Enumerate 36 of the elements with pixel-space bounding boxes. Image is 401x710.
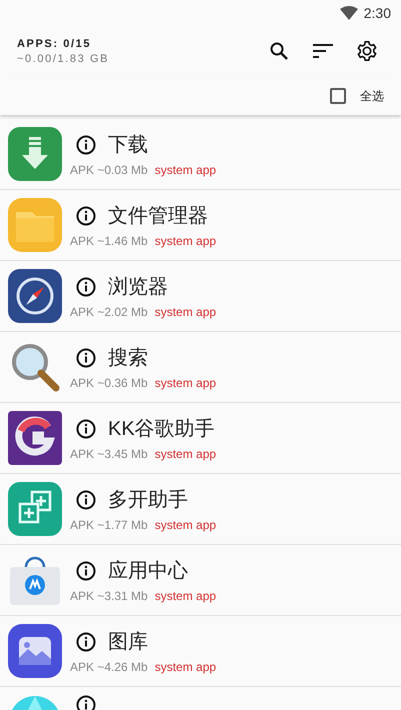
app-size: APK ~1.46 Mb bbox=[70, 234, 148, 248]
app-size: APK ~4.26 Mb bbox=[70, 660, 148, 674]
app-size: APK ~0.03 Mb bbox=[70, 163, 148, 177]
system-app-tag: system app bbox=[154, 376, 216, 390]
system-app-tag: system app bbox=[154, 234, 216, 248]
app-name: 图库 bbox=[108, 630, 148, 655]
apps-count: APPS: 0/15 bbox=[17, 38, 92, 50]
app-size: APK ~2.02 Mb bbox=[70, 305, 148, 319]
app-name: 多开助手 bbox=[108, 488, 188, 513]
app-name: 文件管理器 bbox=[108, 204, 208, 229]
system-app-tag: system app bbox=[154, 305, 216, 319]
status-time: 2:30 bbox=[364, 4, 391, 20]
storage-size: ~0.00/1.83 GB bbox=[17, 52, 110, 64]
app-size: APK ~1.77 Mb bbox=[70, 518, 148, 532]
app-row[interactable]: 多开助手 APK ~1.77 Mb system app bbox=[0, 474, 401, 545]
app-size: APK ~0.36 Mb bbox=[70, 376, 148, 390]
app-row[interactable]: KK谷歌助手 APK ~3.45 Mb system app bbox=[0, 403, 401, 474]
app-name: 搜索 bbox=[108, 346, 148, 371]
system-app-tag: system app bbox=[154, 518, 216, 532]
app-name: 下载 bbox=[108, 133, 148, 158]
app-row[interactable]: 浏览器 APK ~2.02 Mb system app bbox=[0, 261, 401, 332]
app-row[interactable]: 搜索 APK ~0.36 Mb system app bbox=[0, 332, 401, 403]
system-app-tag: system app bbox=[154, 660, 216, 674]
app-row[interactable]: 应用中心 APK ~3.31 Mb system app bbox=[0, 545, 401, 616]
app-row[interactable]: 文件管理器 APK ~1.46 Mb system app bbox=[0, 190, 401, 261]
app-size: APK ~3.45 Mb bbox=[70, 447, 148, 461]
select-all-label: 全选 bbox=[360, 88, 384, 104]
app-row[interactable]: 下载 APK ~0.03 Mb system app bbox=[0, 119, 401, 190]
system-app-tag: system app bbox=[154, 447, 216, 461]
system-app-tag: system app bbox=[154, 589, 216, 603]
app-name: 浏览器 bbox=[108, 275, 168, 300]
app-name: 应用中心 bbox=[108, 559, 188, 584]
app-size: APK ~3.31 Mb bbox=[70, 589, 148, 603]
system-app-tag: system app bbox=[154, 163, 216, 177]
app-name: KK谷歌助手 bbox=[108, 417, 215, 442]
app-row[interactable]: 图库 APK ~4.26 Mb system app bbox=[0, 616, 401, 687]
